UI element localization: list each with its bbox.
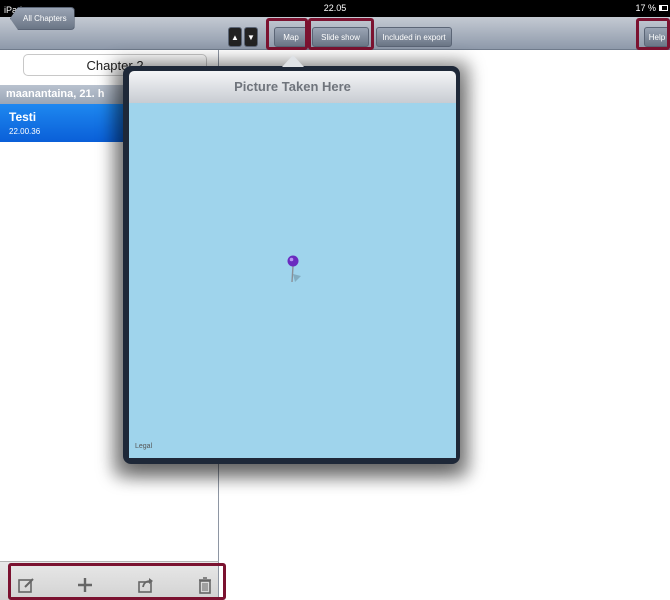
included-in-export-button[interactable]: Included in export bbox=[376, 27, 452, 47]
clock: 22.05 bbox=[323, 3, 347, 13]
previous-entry-button[interactable]: ▲ bbox=[228, 27, 242, 47]
toolbar-highlight-box bbox=[8, 563, 226, 600]
battery-icon bbox=[659, 5, 668, 11]
slideshow-highlight-box bbox=[308, 18, 374, 50]
entry-time: 22.00.36 bbox=[9, 127, 41, 136]
battery-label: 17 % bbox=[635, 3, 656, 13]
popover-arrow bbox=[282, 55, 304, 67]
status-bar: iPad ᯤ 22.05 17 % bbox=[0, 0, 670, 17]
map-pin-icon[interactable] bbox=[286, 254, 302, 284]
map-legal-link[interactable]: Legal bbox=[135, 443, 152, 450]
entry-title: Testi bbox=[9, 110, 37, 124]
next-entry-button[interactable]: ▼ bbox=[244, 27, 258, 47]
help-highlight-box bbox=[636, 18, 670, 50]
map-highlight-box bbox=[266, 18, 308, 50]
popover-title: Picture Taken Here bbox=[129, 71, 456, 103]
all-chapters-back-button[interactable]: All Chapters bbox=[10, 7, 75, 30]
